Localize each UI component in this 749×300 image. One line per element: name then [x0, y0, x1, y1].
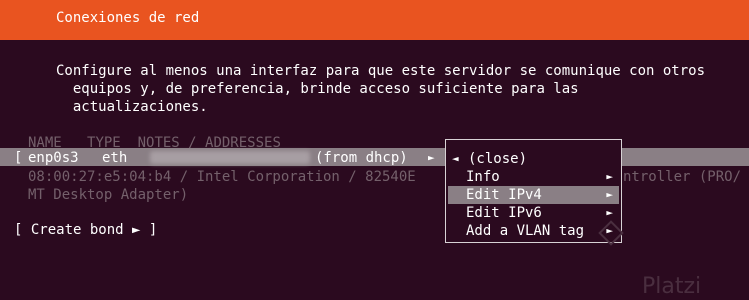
intro-line-3: actualizaciones.: [72, 99, 208, 115]
details-line-2: MT Desktop Adapter): [28, 187, 189, 203]
interface-action-menu: ◄ (close) Info ► Edit IPv4 ► Edit IPv6 ►…: [445, 139, 622, 243]
interface-type: eth: [102, 150, 128, 166]
header-bar: Conexiones de red: [0, 0, 749, 40]
page-title: Conexiones de red: [56, 10, 200, 26]
menu-item-info[interactable]: Info ►: [448, 168, 619, 186]
intro-line-1: Configure al menos una interfaz para que…: [56, 63, 706, 79]
menu-item-edit-ipv6[interactable]: Edit IPv6 ►: [448, 204, 619, 222]
row-bracket: [: [14, 150, 23, 166]
menu-item-label: Info: [466, 169, 500, 185]
menu-item-label: (close): [468, 151, 528, 167]
details-tail: ntroller (PRO/: [623, 169, 742, 185]
row-expand-arrow-icon[interactable]: ►: [428, 149, 435, 167]
watermark-text: Platzi: [642, 274, 702, 299]
close-arrow-icon: ◄: [452, 152, 459, 165]
menu-item-label: Add a VLAN tag: [466, 223, 585, 239]
menu-item-edit-ipv4[interactable]: Edit IPv4 ►: [448, 186, 619, 204]
menu-item-label: Edit IPv6: [466, 205, 542, 221]
menu-item-add-vlan[interactable]: Add a VLAN tag ►: [448, 222, 619, 240]
interface-details: 08:00:27:e5:04:b4 / Intel Corporation / …: [28, 168, 416, 204]
chevron-right-icon: ►: [606, 206, 613, 219]
platzi-watermark: Platzi: [598, 220, 702, 300]
details-line-1: 08:00:27:e5:04:b4 / Intel Corporation / …: [28, 169, 416, 185]
menu-item-close[interactable]: ◄ (close): [448, 150, 619, 168]
interface-name: enp0s3: [28, 150, 79, 166]
chevron-right-icon: ►: [606, 188, 613, 201]
create-bond-button[interactable]: [ Create bond ► ]: [14, 221, 157, 239]
chevron-right-icon: ►: [606, 170, 613, 183]
redacted-address: [150, 151, 310, 164]
address-note: (from dhcp): [315, 150, 408, 166]
intro-text: Configure al menos una interfaz para que…: [56, 62, 705, 116]
menu-item-label: Edit IPv4: [466, 187, 542, 203]
intro-line-2: equipos y, de preferencia, brinde acceso…: [72, 81, 579, 97]
